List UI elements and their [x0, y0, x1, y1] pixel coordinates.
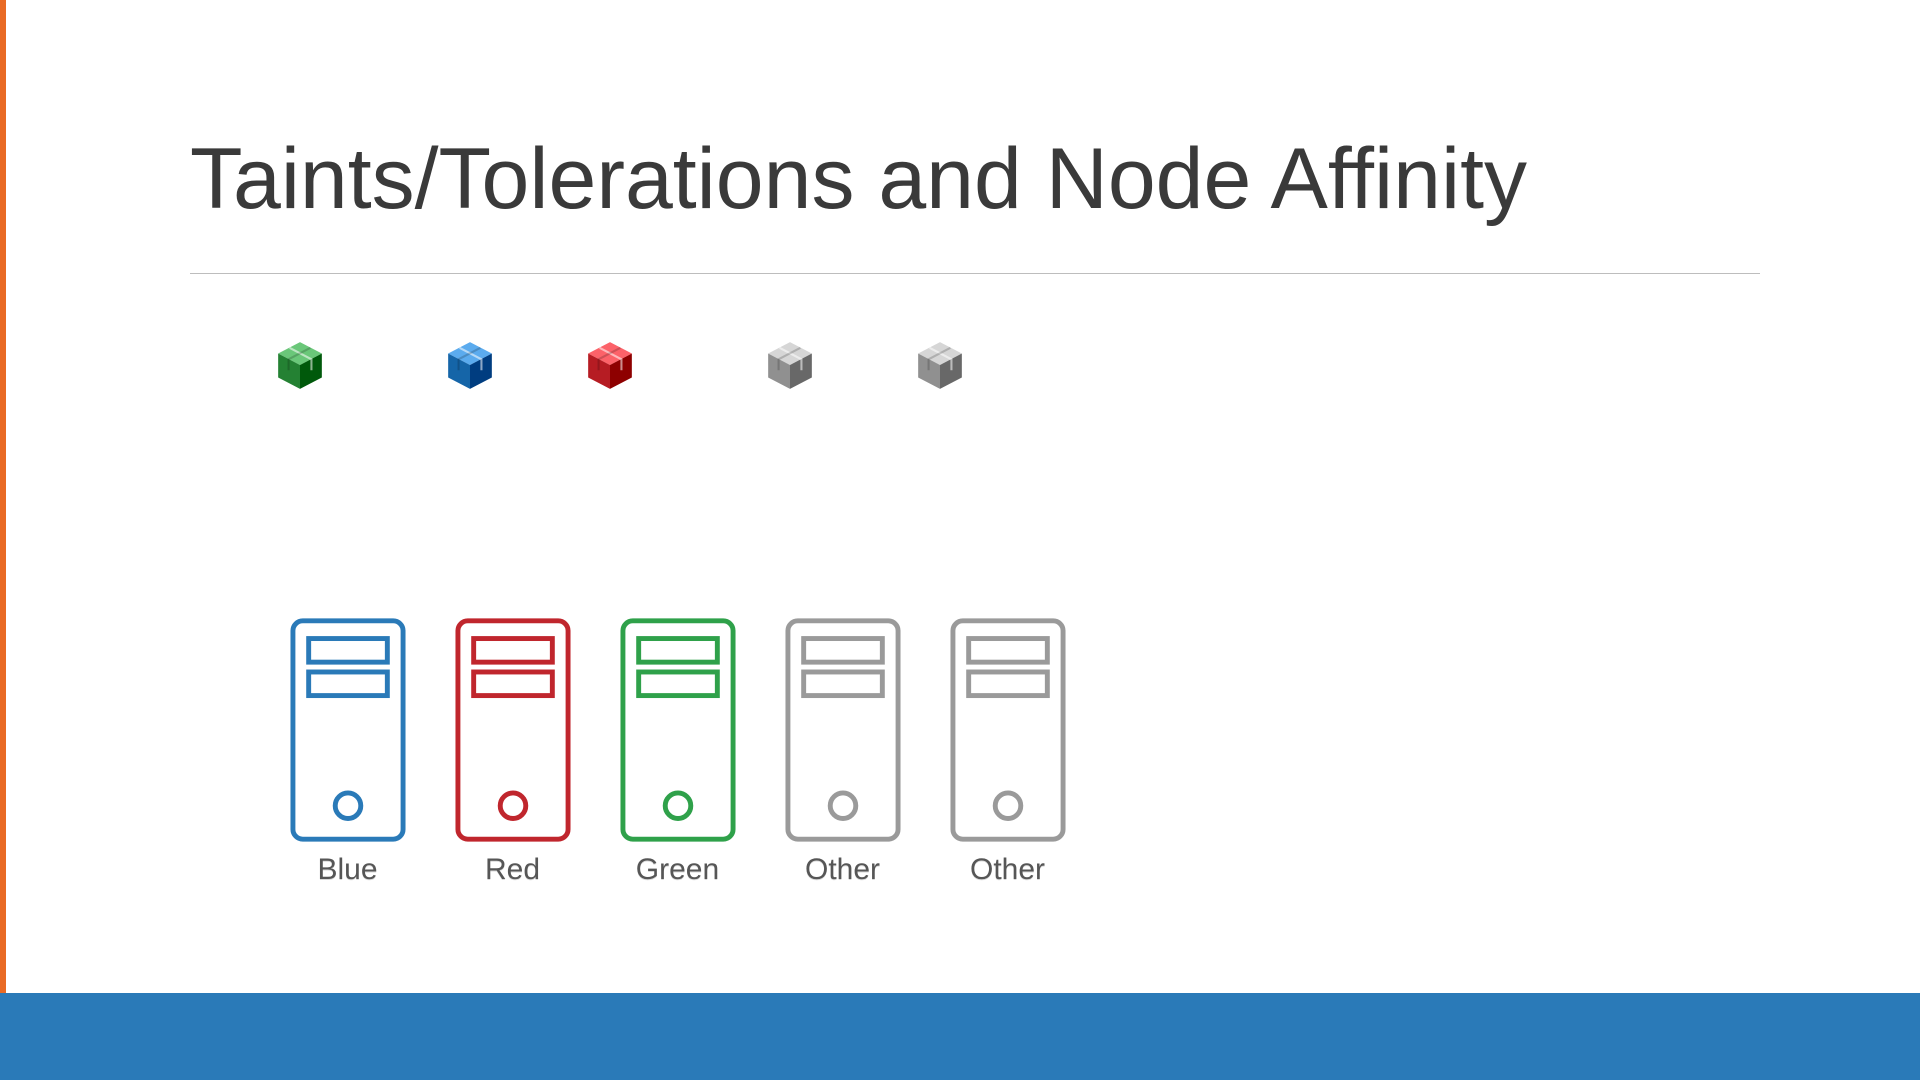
footer-bar	[0, 993, 1920, 1080]
pods-row	[270, 335, 970, 395]
red-node: Red	[430, 615, 595, 887]
red-pod	[580, 335, 640, 395]
gray-pod-1	[760, 335, 820, 395]
left-accent-bar	[0, 0, 6, 993]
gray-pod-2	[910, 335, 970, 395]
node-label: Other	[970, 853, 1045, 887]
box-icon	[444, 339, 496, 391]
node-label: Green	[636, 853, 719, 887]
node-label: Other	[805, 853, 880, 887]
other-node-2: Other	[925, 615, 1090, 887]
blue-node: Blue	[265, 615, 430, 887]
box-icon	[764, 339, 816, 391]
title-underline	[190, 273, 1760, 274]
other-node-1: Other	[760, 615, 925, 887]
server-icon	[454, 615, 572, 845]
box-icon	[274, 339, 326, 391]
box-icon	[584, 339, 636, 391]
nodes-row: Blue Red Green Other Other	[265, 615, 1090, 887]
server-icon	[619, 615, 737, 845]
server-icon	[784, 615, 902, 845]
server-icon	[949, 615, 1067, 845]
slide: Taints/Tolerations and Node Affinity	[0, 0, 1920, 1080]
green-pod	[270, 335, 330, 395]
blue-pod	[440, 335, 500, 395]
node-label: Red	[485, 853, 540, 887]
node-label: Blue	[317, 853, 377, 887]
box-icon	[914, 339, 966, 391]
green-node: Green	[595, 615, 760, 887]
server-icon	[289, 615, 407, 845]
slide-title: Taints/Tolerations and Node Affinity	[190, 130, 1527, 229]
